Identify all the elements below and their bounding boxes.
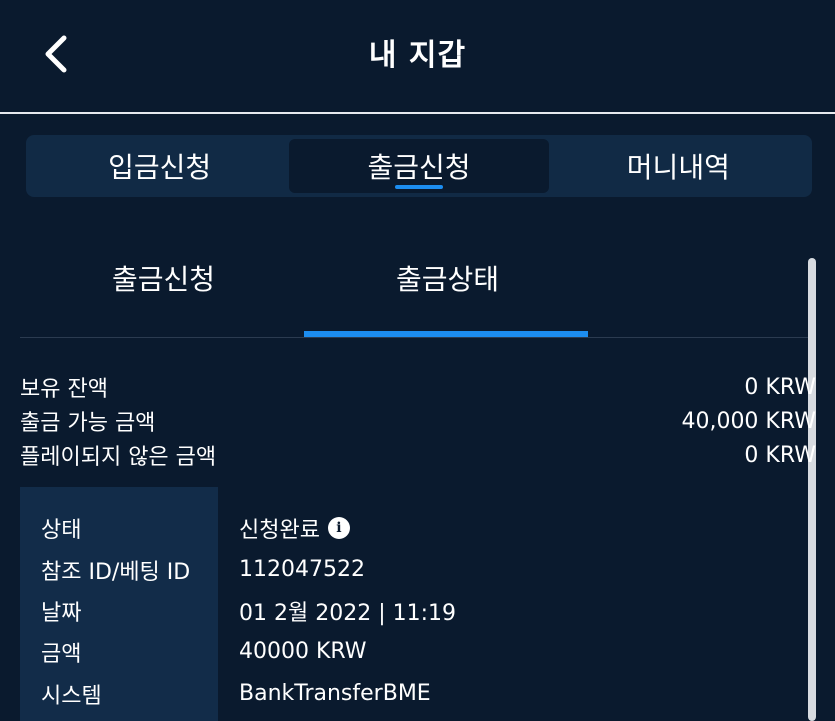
withdrawal-status-card: 상태 신청완료 i 참조 ID/베팅 ID 112047522 날짜 01 2월… <box>20 487 808 721</box>
balance-row-withdrawable: 출금 가능 금액 40,000 KRW <box>20 404 816 438</box>
status-row-date: 날짜 01 2월 2022 | 11:19 <box>20 590 808 631</box>
balance-row-held: 보유 잔액 0 KRW <box>20 370 816 404</box>
info-icon[interactable]: i <box>327 516 350 539</box>
balance-label: 플레이되지 않은 금액 <box>20 445 217 470</box>
balance-label: 보유 잔액 <box>20 377 108 402</box>
status-value: 신청완료 i <box>239 512 350 544</box>
balance-value: 40,000 KRW <box>681 408 816 434</box>
balance-row-unplayed: 플레이되지 않은 금액 0 KRW <box>20 438 816 472</box>
tab-deposit-request[interactable]: 입금신청 <box>30 139 289 193</box>
status-label: 참조 ID/베팅 ID <box>41 559 191 585</box>
active-subtab-indicator <box>304 331 588 337</box>
status-label: 시스템 <box>41 683 102 709</box>
balance-value: 0 KRW <box>744 442 816 468</box>
status-label: 금액 <box>41 641 82 667</box>
status-label: 상태 <box>41 517 82 543</box>
status-row-state: 상태 신청완료 i <box>20 507 808 548</box>
status-value: 112047522 <box>239 557 365 582</box>
status-row-reference-id: 참조 ID/베팅 ID 112047522 <box>20 549 808 590</box>
page-title: 내 지갑 <box>368 38 467 73</box>
status-value: 01 2월 2022 | 11:19 <box>239 600 457 626</box>
balance-value: 0 KRW <box>744 374 816 400</box>
status-value: 40000 KRW <box>239 639 367 664</box>
subtab-withdrawal-request[interactable]: 출금신청 <box>112 258 215 298</box>
subtab-withdrawal-status[interactable]: 출금상태 <box>396 258 499 298</box>
status-value-text: 신청완료 <box>239 517 320 543</box>
main-tab-bar: 입금신청 출금신청 머니내역 <box>26 135 812 197</box>
scrollbar[interactable] <box>808 258 816 721</box>
header: 내 지갑 <box>0 0 835 114</box>
tab-withdrawal-request[interactable]: 출금신청 <box>289 139 549 193</box>
balance-label: 출금 가능 금액 <box>20 411 156 436</box>
balance-summary: 보유 잔액 0 KRW 출금 가능 금액 40,000 KRW 플레이되지 않은… <box>20 370 816 472</box>
sub-tab-bar: 출금신청 출금상태 <box>20 228 816 338</box>
status-row-system: 시스템 BankTransferBME <box>20 673 808 714</box>
status-row-amount: 금액 40000 KRW <box>20 631 808 672</box>
tab-money-history[interactable]: 머니내역 <box>549 139 808 193</box>
status-value: BankTransferBME <box>239 681 431 706</box>
status-label: 날짜 <box>41 600 82 626</box>
